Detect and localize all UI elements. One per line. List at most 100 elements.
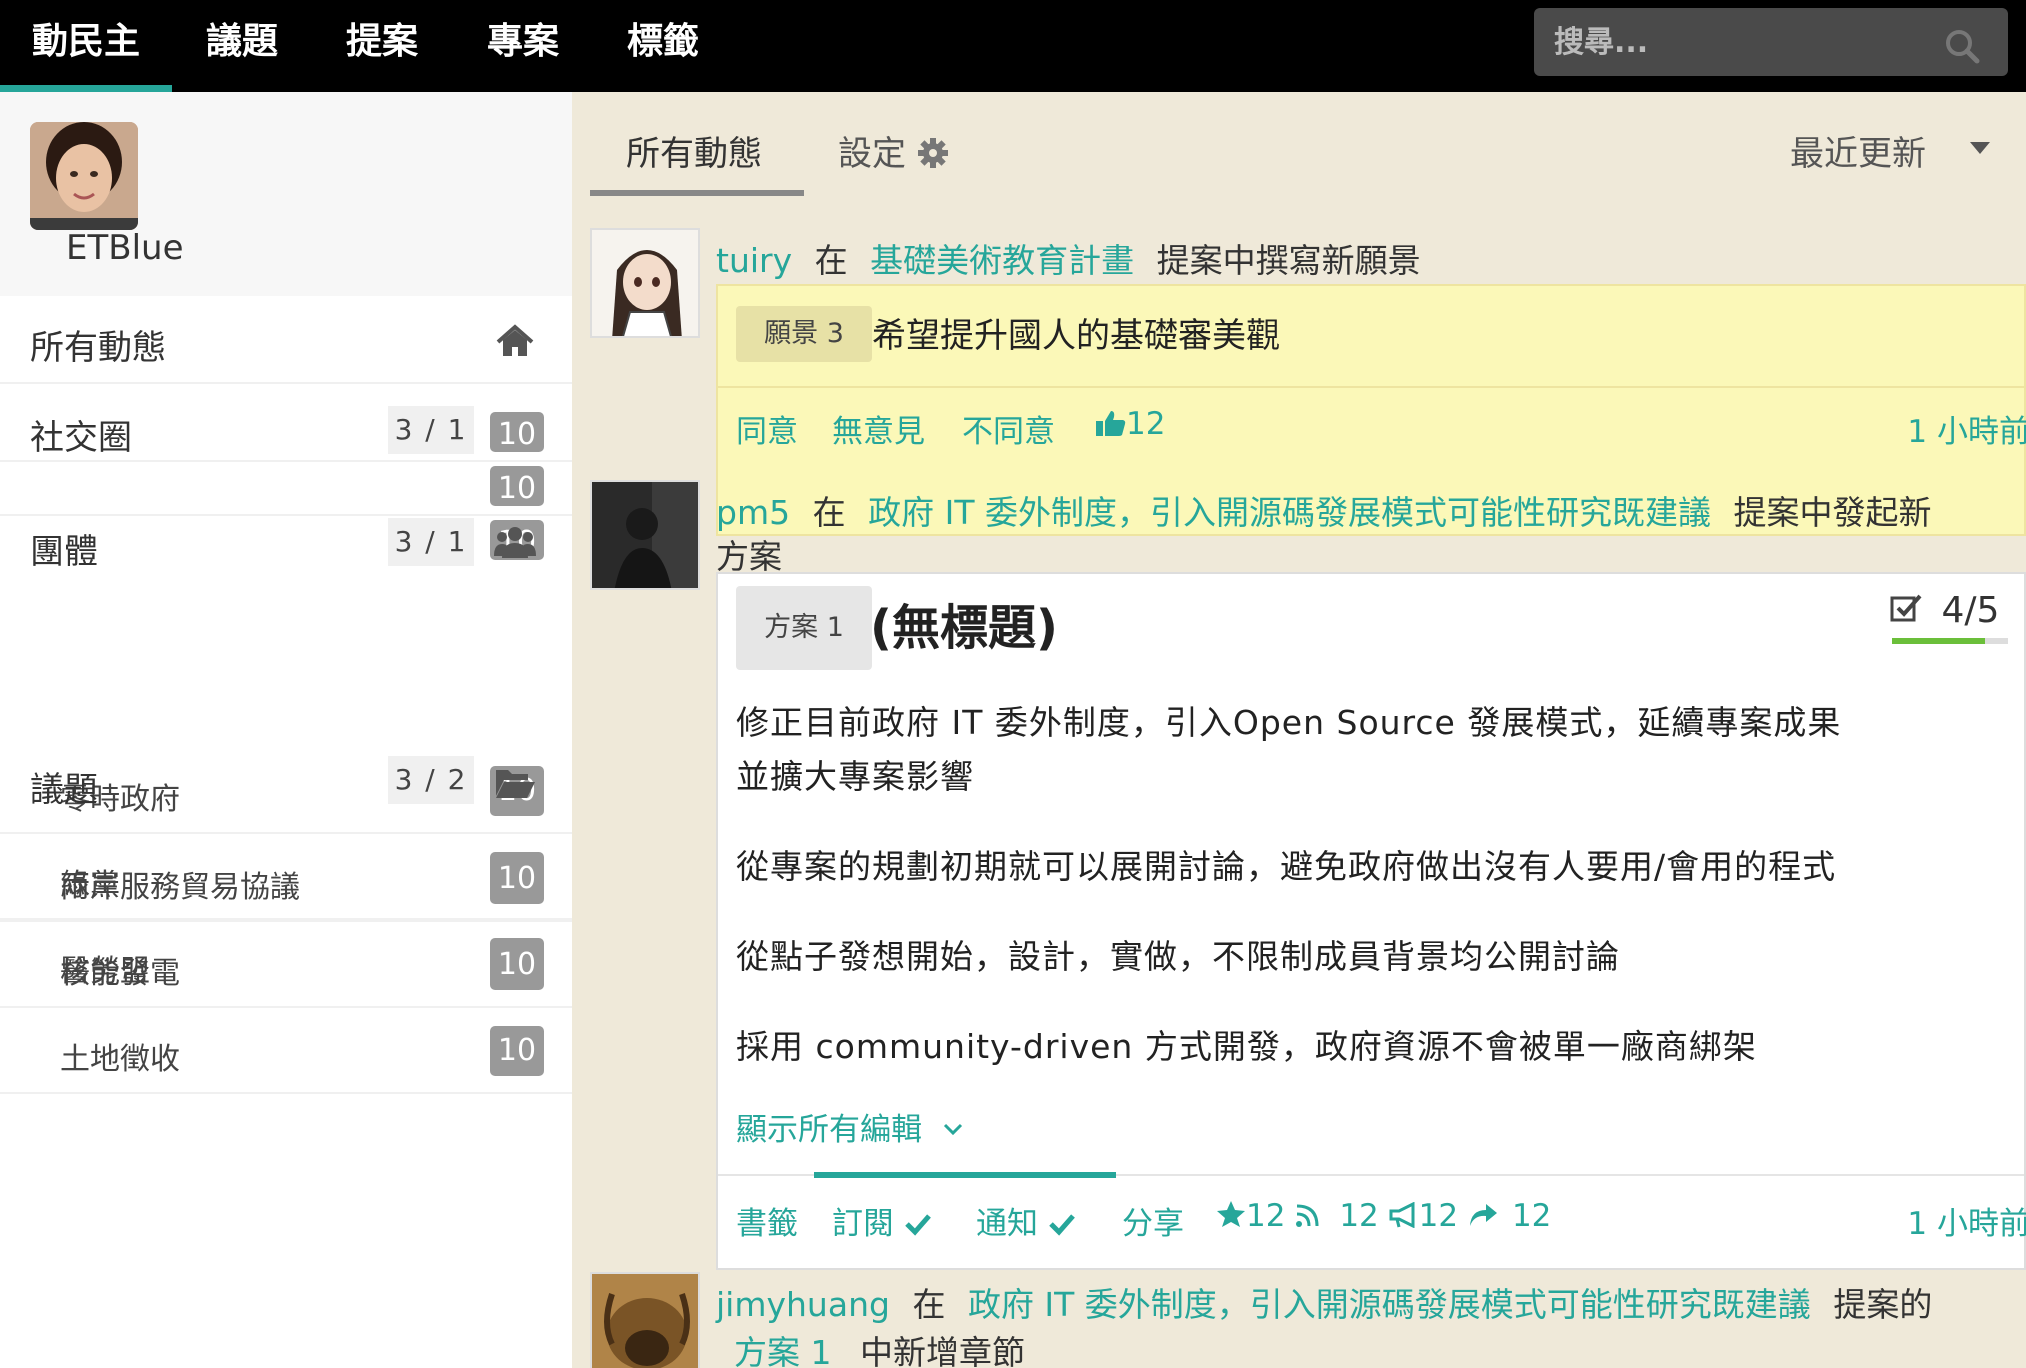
- solution-paragraph: 修正目前政府 IT 委外制度，引入Open Source 發展模式，延續專案成果: [736, 703, 1842, 742]
- search-input[interactable]: [1554, 16, 1934, 68]
- user-avatar[interactable]: [30, 122, 138, 230]
- search-box: [1534, 8, 2008, 76]
- tabs-bar: 所有動態 設定 最近更新: [572, 92, 2026, 196]
- nav-projects[interactable]: 專案: [487, 0, 559, 92]
- rss-icon[interactable]: [1295, 1202, 1321, 1228]
- agree-button[interactable]: 同意: [736, 406, 798, 451]
- shares-count: 12: [1511, 1198, 1552, 1234]
- timestamp: 1 小時前: [1907, 1206, 2026, 1242]
- preposition: 在: [814, 241, 848, 280]
- nav-proposals[interactable]: 提案: [346, 0, 418, 92]
- sidebar-item-all-activity[interactable]: 所有動態: [0, 298, 572, 384]
- count-badge: 10: [490, 854, 544, 904]
- active-toggle-indicator: [814, 1172, 1116, 1178]
- share-button[interactable]: 分享: [1122, 1198, 1184, 1243]
- sidebar-item-issue-ecfa[interactable]: 兩岸服務貿易協議 10: [0, 836, 572, 922]
- username: ETBlue: [66, 228, 184, 268]
- sidebar-item-label: 兩岸服務貿易協議: [60, 870, 300, 905]
- sort-dropdown[interactable]: 最近更新: [1790, 126, 1926, 175]
- groups-count: 3 / 1: [388, 518, 474, 566]
- tab-all-activity[interactable]: 所有動態: [626, 126, 762, 175]
- avatar[interactable]: [590, 480, 700, 590]
- sidebar-item-label: 所有動態: [30, 328, 166, 368]
- score-value: 4/5: [1941, 590, 2000, 631]
- likes-count[interactable]: 12: [1096, 406, 1165, 442]
- likes-count-value: 12: [1126, 406, 1166, 442]
- avatar[interactable]: [590, 228, 700, 338]
- solution-tag: 方案 1: [736, 586, 872, 670]
- solution-paragraph: 從專案的規劃初期就可以展開討論，避免政府做出沒有人要用/會用的程式: [736, 847, 1837, 886]
- sidebar: ETBlue 所有動態 社交圈 3 / 1 10 10 10 團體 3 / 1: [0, 92, 572, 1368]
- tab-settings-label: 設定: [838, 134, 906, 174]
- check-icon: [905, 1214, 931, 1236]
- count-badge: 10: [490, 1026, 544, 1076]
- share-icon[interactable]: [1468, 1202, 1498, 1228]
- sidebar-item-social-1[interactable]: 10: [0, 412, 572, 462]
- checkbox-icon: [1890, 594, 1922, 622]
- thumbs-up-icon: [1096, 411, 1126, 436]
- preposition: 在: [912, 1285, 946, 1324]
- brand-link[interactable]: 動民主: [0, 0, 172, 92]
- top-navbar: 動民主 議題 提案 專案 標籤: [0, 0, 2026, 92]
- check-icon: [1049, 1214, 1075, 1236]
- main-content: 所有動態 設定 最近更新 tuiry 在 基礎美術教育計畫 提案中撰寫新願景 願…: [572, 92, 2026, 1368]
- user-link[interactable]: jimyhuang: [716, 1285, 890, 1324]
- announce-count: 12: [1418, 1198, 1459, 1234]
- sidebar-item-issue-nuclear[interactable]: 核能發電 10: [0, 922, 572, 1008]
- group-icon: [494, 527, 536, 558]
- vision-tag: 願景 3: [736, 306, 872, 362]
- action-text: 提案的: [1833, 1285, 1933, 1324]
- score-indicator: 4/5: [1890, 590, 1999, 631]
- feed-item-header: tuiry 在 基礎美術教育計畫 提案中撰寫新願景: [716, 234, 1421, 282]
- solution-paragraph: 並擴大專案影響: [736, 757, 974, 796]
- nav-tags[interactable]: 標籤: [627, 0, 699, 92]
- sidebar-item-groups[interactable]: 團體 3 / 1: [0, 490, 572, 576]
- nav-issues[interactable]: 議題: [206, 0, 278, 92]
- subscribe-button[interactable]: 訂閱: [832, 1198, 932, 1243]
- user-link[interactable]: pm5: [716, 493, 790, 532]
- stars-count: 12: [1246, 1198, 1286, 1234]
- sidebar-item-issue-land[interactable]: 土地徵收 10: [0, 1008, 572, 1094]
- timestamp: 1 小時前: [1907, 414, 2026, 450]
- disagree-button[interactable]: 不同意: [962, 406, 1055, 451]
- notify-label: 通知: [976, 1206, 1038, 1242]
- star-icon[interactable]: [1216, 1200, 1246, 1228]
- feed-item-subline: 方案 1 中新增章節: [734, 1326, 1025, 1368]
- action-text: 提案中撰寫新願景: [1156, 241, 1421, 280]
- bullhorn-icon[interactable]: [1389, 1201, 1419, 1229]
- subscribe-label: 訂閱: [832, 1206, 894, 1242]
- folder-open-icon: [496, 770, 535, 798]
- proposal-link[interactable]: 政府 IT 委外制度，引入開源碼發展模式可能性研究既建議: [968, 1285, 1811, 1324]
- profile-panel: ETBlue: [0, 92, 572, 296]
- proposal-link[interactable]: 政府 IT 委外制度，引入開源碼發展模式可能性研究既建議: [868, 493, 1711, 532]
- user-link[interactable]: tuiry: [716, 241, 792, 280]
- solution-title: (無標題): [870, 600, 1058, 656]
- feed-item-header: jimyhuang 在 政府 IT 委外制度，引入開源碼發展模式可能性研究既建議…: [716, 1278, 1932, 1326]
- notify-button[interactable]: 通知: [976, 1198, 1076, 1243]
- chevron-down-icon: [943, 1123, 962, 1136]
- show-all-edits-link[interactable]: 顯示所有編輯: [736, 1104, 964, 1149]
- search-icon[interactable]: [1942, 26, 1982, 66]
- neutral-button[interactable]: 無意見: [832, 406, 925, 451]
- chevron-down-icon[interactable]: [1970, 142, 1990, 154]
- active-tab-indicator: [590, 190, 804, 196]
- action-text: 提案中發起新: [1733, 493, 1932, 532]
- count-badge: 10: [490, 412, 544, 452]
- gear-icon: [917, 138, 948, 168]
- sidebar-item-label: 團體: [30, 532, 98, 572]
- show-all-edits-label: 顯示所有編輯: [736, 1112, 922, 1148]
- bookmark-button[interactable]: 書籤: [736, 1198, 798, 1243]
- score-bar: [1892, 638, 2008, 644]
- solution-paragraph: 採用 community-driven 方式開發，政府資源不會被單一廠商綁架: [736, 1027, 1757, 1066]
- tab-settings[interactable]: 設定: [838, 126, 949, 175]
- solution-card: 方案 1 (無標題) 4/5 修正目前政府 IT 委外制度，引入Open Sou…: [716, 572, 2026, 1270]
- avatar[interactable]: [590, 1272, 700, 1368]
- stats-row: 12 12 12 12: [1216, 1198, 1551, 1234]
- action-text: 中新增章節: [860, 1333, 1025, 1368]
- sidebar-item-issues[interactable]: 議題 3 / 2: [0, 652, 572, 810]
- issues-count: 3 / 2: [388, 756, 474, 804]
- proposal-link[interactable]: 基礎美術教育計畫: [870, 241, 1134, 280]
- solution-link[interactable]: 方案 1: [734, 1333, 832, 1368]
- sidebar-item-label: 核能發電: [60, 956, 180, 991]
- home-icon: [496, 324, 534, 356]
